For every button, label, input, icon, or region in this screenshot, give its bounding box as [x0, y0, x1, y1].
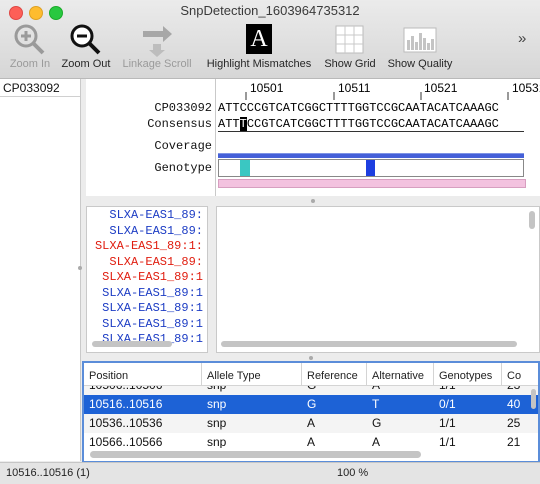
panel-splitter[interactable]: [86, 196, 540, 206]
reference-panel: 10501 10511 10521 10531 CP033092 ATTCCCG…: [86, 79, 540, 196]
column-header-allele-type[interactable]: Allele Type: [202, 363, 302, 386]
consensus-mismatch-base: T: [239, 117, 247, 131]
table-cell: snp: [202, 386, 226, 395]
table-cell: G: [302, 386, 316, 395]
genotype-hom-marker[interactable]: [366, 160, 375, 176]
table-cell: snp: [207, 435, 227, 448]
genotype-label: Genotype: [154, 161, 212, 175]
table-cell: 23: [502, 386, 520, 395]
read-name[interactable]: SLXA-EAS1_89:: [109, 255, 203, 269]
splitter-handle[interactable]: [311, 199, 315, 203]
read-name[interactable]: SLXA-EAS1_89:1: [102, 317, 203, 331]
read-name[interactable]: SLXA-EAS1_89:1: [102, 301, 203, 315]
quality-icon: [384, 22, 456, 58]
table-horizontal-scrollbar[interactable]: [90, 451, 421, 458]
table-row[interactable]: 10536..10536 snp A G 1/1 25: [84, 414, 538, 433]
table-cell: 40: [507, 397, 521, 411]
reference-sequence: ATTCCCGTCATCGGCTTTTGGTCCGCAATACATCAAAGC: [218, 101, 499, 115]
table-row[interactable]: 10506..10506 snp G A 1/1 23: [84, 386, 538, 395]
reads-horizontal-scrollbar[interactable]: [221, 341, 517, 347]
table-cell: 1/1: [439, 416, 456, 430]
table-cell: 1/1: [439, 435, 456, 448]
read-name[interactable]: SLXA-EAS1_89:: [109, 208, 203, 222]
zoom-out-icon: [59, 22, 113, 58]
highlight-mismatches-icon: A: [246, 22, 272, 58]
table-cell: 10506..10506: [84, 386, 162, 395]
table-cell: 21: [507, 435, 521, 448]
table-cell: 10566..10566: [89, 435, 163, 448]
show-grid-button[interactable]: Show Grid: [322, 22, 378, 70]
table-cell: 1/1: [434, 386, 456, 395]
show-quality-button[interactable]: Show Quality: [384, 22, 456, 70]
consensus-rest: CCGTCATCGGCTTTTGGTCCGCAATACATCAAAGC: [246, 117, 499, 131]
table-cell: 10536..10536: [89, 416, 163, 430]
linkage-scroll-button[interactable]: Linkage Scroll: [119, 22, 195, 70]
window-title: SnpDetection_1603964735312: [180, 3, 360, 18]
status-zoom: 100 %: [337, 467, 369, 479]
highlight-mismatches-button[interactable]: A Highlight Mismatches: [200, 22, 318, 70]
column-header-genotypes[interactable]: Genotypes: [434, 363, 502, 386]
variant-table: Position Allele Type Reference Alternati…: [82, 361, 540, 463]
column-header-coverage[interactable]: Co: [502, 363, 538, 386]
coverage-track: [218, 153, 524, 158]
table-cell: A: [372, 435, 381, 448]
grid-icon: [322, 22, 378, 58]
toolbar-overflow-button[interactable]: »: [518, 30, 526, 47]
genotype-track: [218, 159, 524, 177]
read-name[interactable]: SLXA-EAS1_89:1:: [95, 239, 203, 253]
table-splitter-handle[interactable]: [309, 356, 313, 360]
read-name[interactable]: SLXA-EAS1_89:1: [102, 270, 203, 284]
read-names-box: SLXA-EAS1_89: SLXA-EAS1_89: SLXA-EAS1_89:1…: [86, 206, 208, 353]
sidebar-item-cp033092[interactable]: CP033092: [0, 79, 80, 97]
table-cell: T: [372, 397, 380, 411]
variant-band: [218, 179, 526, 188]
reads-panel: SLXA-EAS1_89: SLXA-EAS1_89: SLXA-EAS1_89:1…: [86, 206, 540, 354]
table-cell: 25: [507, 416, 521, 430]
zoom-in-icon: [6, 22, 54, 58]
table-row[interactable]: 10516..10516 snp G T 0/1 40: [84, 395, 538, 414]
linkage-scroll-icon: [119, 22, 195, 58]
table-cell: G: [307, 397, 317, 411]
table-row[interactable]: 10566..10566 snp A A 1/1 21: [84, 433, 538, 448]
consensus-label: Consensus: [147, 117, 212, 131]
ruler: 10501 10511 10521 10531: [216, 79, 540, 100]
table-cell: 0/1: [439, 397, 456, 411]
window-toolbar: SnpDetection_1603964735312 Zoom In Zoom …: [0, 0, 540, 79]
genotype-het-marker[interactable]: [240, 160, 250, 176]
read-names-scrollbar[interactable]: [92, 341, 172, 347]
read-name[interactable]: SLXA-EAS1_89:1: [102, 286, 203, 300]
table-cell: A: [307, 416, 316, 430]
table-body: 10506..10506snpGA1/12310516..10516snpGT0…: [84, 386, 538, 448]
table-cell: 10516..10516: [89, 397, 163, 411]
reads-box: ATTCCGTCATCGGCTTTTGGTCCGCAATACATCAATTCCG…: [216, 206, 540, 353]
column-header-alternative[interactable]: Alternative: [367, 363, 434, 386]
table-cell: A: [307, 435, 316, 448]
zoom-in-button[interactable]: Zoom In: [6, 22, 54, 70]
table-cell: snp: [207, 416, 227, 430]
zoom-out-button[interactable]: Zoom Out: [59, 22, 113, 70]
sidebar-splitter-handle[interactable]: [78, 266, 82, 270]
table-cell: snp: [207, 397, 227, 411]
column-header-reference[interactable]: Reference: [302, 363, 367, 386]
track-divider: [218, 131, 524, 132]
sidebar: CP033092: [0, 79, 81, 461]
table-cell: A: [367, 386, 380, 395]
table-cell: G: [372, 416, 382, 430]
column-header-position[interactable]: Position: [84, 363, 202, 386]
consensus-sequence: ATTTCCGTCATCGGCTTTTGGTCCGCAATACATCAAAGC: [218, 117, 499, 131]
reference-label: CP033092: [154, 101, 212, 115]
read-name[interactable]: SLXA-EAS1_89:: [109, 224, 203, 238]
status-bar: 10516..10516 (1) 100 %: [0, 462, 540, 484]
status-selection: 10516..10516 (1): [6, 467, 90, 479]
table-vertical-scrollbar[interactable]: [531, 389, 536, 409]
coverage-label: Coverage: [154, 139, 212, 153]
reads-vertical-scrollbar[interactable]: [529, 211, 535, 229]
